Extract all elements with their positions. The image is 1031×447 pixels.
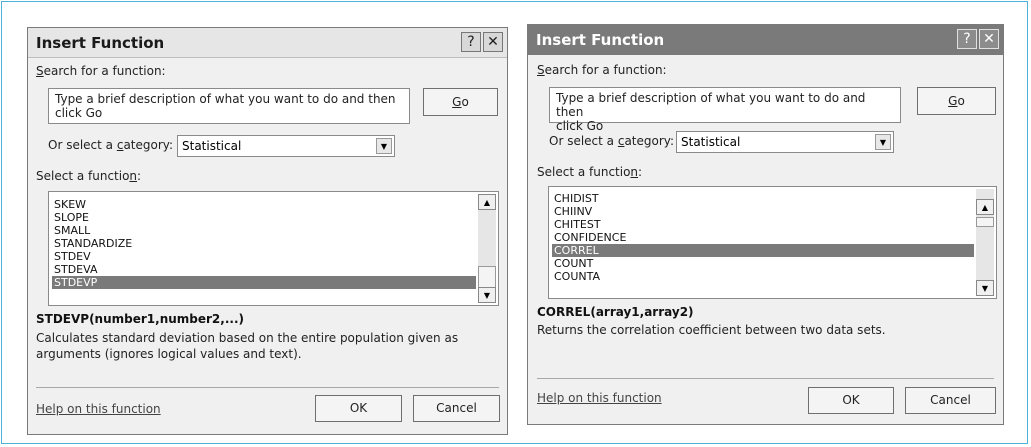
function-description: Returns the correlation coefficient betw… [537, 323, 886, 337]
help-button[interactable]: ? [461, 32, 481, 52]
close-icon: ✕ [487, 34, 499, 50]
ok-button[interactable]: OK [808, 387, 894, 414]
close-icon: ✕ [983, 31, 995, 47]
close-button[interactable]: ✕ [979, 29, 999, 49]
list-item[interactable]: COUNT [552, 257, 974, 270]
search-input[interactable]: Type a brief description of what you wan… [549, 87, 901, 133]
scroll-up-icon[interactable]: ▲ [976, 199, 994, 215]
list-item[interactable]: CONFIDENCE [552, 231, 974, 244]
go-button[interactable]: Go [917, 87, 996, 115]
list-item[interactable]: SMALL [52, 224, 476, 237]
list-item-selected[interactable]: CORREL [552, 244, 974, 257]
list-item[interactable]: STDEV [52, 250, 476, 263]
insert-function-dialog-right: Insert Function ? ✕ Search for a functio… [527, 24, 1004, 425]
divider [537, 378, 994, 379]
dialog-title: Insert Function [536, 31, 665, 49]
function-signature: STDEVP(number1,number2,...) [36, 312, 245, 326]
scroll-down-icon[interactable]: ▼ [478, 287, 496, 303]
cancel-button[interactable]: Cancel [413, 395, 500, 422]
title-bar: Insert Function ? ✕ [528, 25, 1003, 55]
search-label: Search for a function: [537, 63, 667, 77]
list-item[interactable]: COUNTA [552, 270, 974, 283]
cancel-button[interactable]: Cancel [905, 387, 996, 414]
chevron-down-icon[interactable]: ▼ [875, 134, 891, 150]
ok-button[interactable]: OK [315, 395, 402, 422]
search-input[interactable]: Type a brief description of what you wan… [48, 88, 410, 124]
select-function-label: Select a function: [36, 169, 142, 183]
scroll-down-icon[interactable]: ▼ [976, 280, 994, 296]
dialog-title: Insert Function [36, 34, 165, 52]
help-link[interactable]: Help on this function [36, 402, 161, 416]
function-description: Calculates standard deviation based on t… [36, 331, 459, 361]
list-item[interactable]: STANDARDIZE [52, 237, 476, 250]
category-label: Or select a category: [549, 134, 675, 148]
divider [36, 387, 499, 388]
help-link[interactable]: Help on this function [537, 391, 662, 405]
scrollbar[interactable]: ▲ ▼ [478, 194, 496, 303]
list-item[interactable]: CHIDIST [552, 192, 974, 205]
category-select[interactable]: Statistical ▼ [177, 135, 395, 157]
list-item[interactable]: STDEVA [52, 263, 476, 276]
category-select[interactable]: Statistical ▼ [676, 131, 894, 153]
help-button[interactable]: ? [957, 29, 977, 49]
insert-function-dialog-left: Insert Function ? ✕ Search for a functio… [27, 27, 508, 435]
function-signature: CORREL(array1,array2) [537, 305, 694, 319]
scroll-up-icon[interactable]: ▲ [478, 194, 496, 210]
list-item[interactable]: SLOPE [52, 211, 476, 224]
question-mark-icon: ? [467, 34, 475, 50]
list-item-selected[interactable]: STDEVP [52, 276, 476, 289]
list-item[interactable]: CHITEST [552, 218, 974, 231]
category-label: Or select a category: [48, 138, 174, 152]
scroll-thumb[interactable] [478, 266, 496, 288]
close-button[interactable]: ✕ [483, 32, 503, 52]
chevron-down-icon[interactable]: ▼ [376, 138, 392, 154]
search-label: Search for a function: [36, 64, 166, 78]
list-item[interactable]: SKEW [52, 198, 476, 211]
function-list[interactable]: SKEW SLOPE SMALL STANDARDIZE STDEV STDEV… [48, 191, 499, 306]
title-bar: Insert Function ? ✕ [28, 28, 507, 58]
select-function-label: Select a function: [537, 165, 643, 179]
question-mark-icon: ? [963, 31, 971, 47]
list-item[interactable]: CHIINV [552, 205, 974, 218]
function-list[interactable]: CHIDIST CHIINV CHITEST CONFIDENCE CORREL… [548, 186, 997, 299]
scrollbar[interactable]: ▲ ▼ [976, 189, 994, 296]
scroll-thumb[interactable] [976, 217, 994, 227]
go-button[interactable]: Go [423, 88, 498, 116]
